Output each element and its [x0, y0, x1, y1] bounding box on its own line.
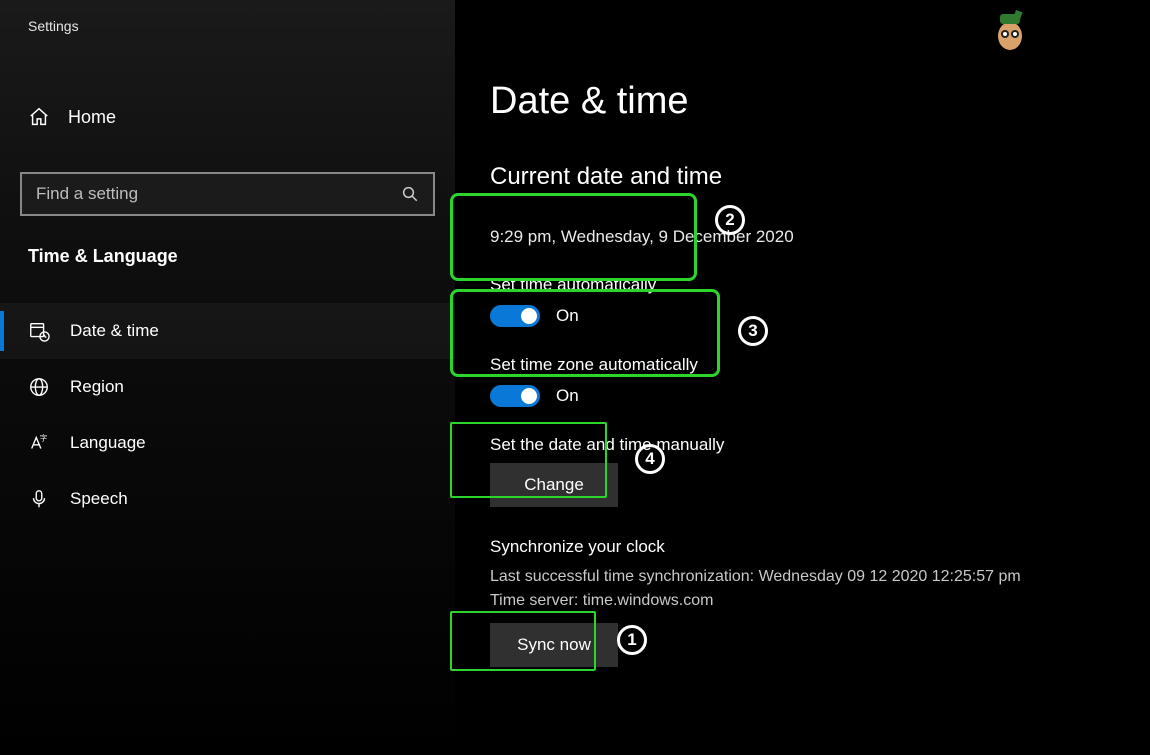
sync-now-button[interactable]: Sync now — [490, 623, 618, 667]
setting-label: Synchronize your clock — [490, 537, 1150, 557]
search-input[interactable] — [36, 184, 401, 204]
sidebar-item-speech[interactable]: Speech — [0, 471, 455, 527]
microphone-icon — [28, 488, 50, 510]
setting-label: Set time automatically — [490, 275, 1150, 295]
sidebar-item-date-time[interactable]: Date & time — [0, 303, 455, 359]
section-current-datetime: Current date and time — [490, 163, 1150, 191]
setting-manual-datetime: Set the date and time manually Change — [490, 435, 1150, 507]
nav-list: Date & time Region 字 Language — [0, 303, 455, 527]
current-datetime-value: 9:29 pm, Wednesday, 9 December 2020 — [490, 227, 1150, 247]
sidebar-item-label: Date & time — [70, 321, 159, 341]
sidebar-item-home[interactable]: Home — [0, 96, 455, 138]
setting-set-time-auto: Set time automatically On — [490, 275, 1150, 327]
toggle-state: On — [556, 386, 579, 406]
sidebar-item-language[interactable]: 字 Language — [0, 415, 455, 471]
setting-set-tz-auto: Set time zone automatically On — [490, 355, 1150, 407]
main-panel: Date & time Current date and time 9:29 p… — [455, 0, 1150, 755]
category-title: Time & Language — [0, 216, 455, 267]
home-label: Home — [68, 107, 116, 128]
home-icon — [28, 106, 50, 128]
language-icon: 字 — [28, 432, 50, 454]
setting-label: Set time zone automatically — [490, 355, 1150, 375]
time-server-text: Time server: time.windows.com — [490, 589, 1150, 613]
setting-sync-clock: Synchronize your clock Last successful t… — [490, 537, 1150, 667]
page-title: Date & time — [490, 80, 1150, 123]
calendar-clock-icon — [28, 320, 50, 342]
app-title: Settings — [0, 18, 455, 34]
change-button[interactable]: Change — [490, 463, 618, 507]
globe-icon — [28, 376, 50, 398]
toggle-set-tz-auto[interactable] — [490, 385, 540, 407]
mascot-icon — [992, 8, 1028, 53]
sidebar-item-label: Speech — [70, 489, 128, 509]
sidebar-item-label: Region — [70, 377, 124, 397]
settings-sidebar: Settings Home Time & Language — [0, 0, 455, 755]
sidebar-item-region[interactable]: Region — [0, 359, 455, 415]
sidebar-item-label: Language — [70, 433, 146, 453]
search-box[interactable] — [20, 172, 435, 216]
svg-text:字: 字 — [40, 433, 47, 442]
search-icon — [401, 185, 419, 203]
setting-label: Set the date and time manually — [490, 435, 1150, 455]
toggle-set-time-auto[interactable] — [490, 305, 540, 327]
toggle-state: On — [556, 306, 579, 326]
last-sync-text: Last successful time synchronization: We… — [490, 565, 1150, 589]
